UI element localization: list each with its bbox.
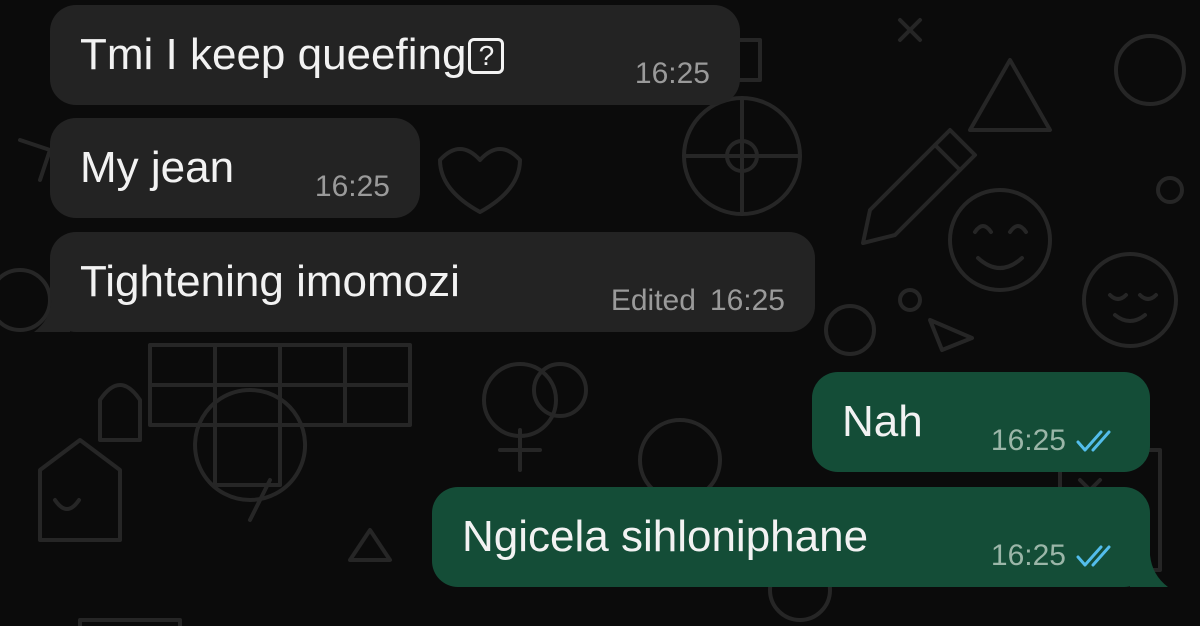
- message-meta: 16:25: [315, 170, 390, 204]
- message-meta: 16:25: [991, 539, 1120, 573]
- message-bubble-incoming[interactable]: Tightening imomozi Edited 16:25: [50, 232, 815, 332]
- message-time: 16:25: [709, 284, 785, 317]
- message-time: 16:25: [990, 424, 1066, 457]
- bubble-tail-outgoing: [1130, 555, 1168, 587]
- message-bubble-incoming[interactable]: Tmi I keep queefing? 16:25: [50, 5, 740, 105]
- double-check-icon: [1076, 430, 1111, 452]
- message-text: My jean: [80, 143, 235, 192]
- double-check-icon: [1076, 545, 1111, 567]
- message-text: Ngicela sihloniphane: [462, 512, 869, 561]
- message-time: 16:25: [634, 57, 710, 90]
- message-time: 16:25: [314, 170, 390, 203]
- message-text: Nah: [842, 397, 923, 446]
- edited-label: Edited: [610, 284, 696, 317]
- message-text: Tightening imomozi: [80, 257, 460, 306]
- message-bubble-incoming[interactable]: My jean 16:25: [50, 118, 420, 218]
- message-time: 16:25: [990, 539, 1066, 572]
- message-meta: Edited 16:25: [611, 284, 785, 318]
- missing-glyph-icon: ?: [468, 38, 505, 74]
- message-bubble-outgoing[interactable]: Nah 16:25: [812, 372, 1150, 472]
- message-bubble-outgoing[interactable]: Ngicela sihloniphane 16:25: [432, 487, 1150, 587]
- bubble-tail-incoming: [34, 300, 70, 332]
- message-text: Tmi I keep queefing?: [80, 30, 505, 80]
- message-meta: 16:25: [991, 424, 1120, 458]
- message-meta: 16:25: [635, 57, 710, 91]
